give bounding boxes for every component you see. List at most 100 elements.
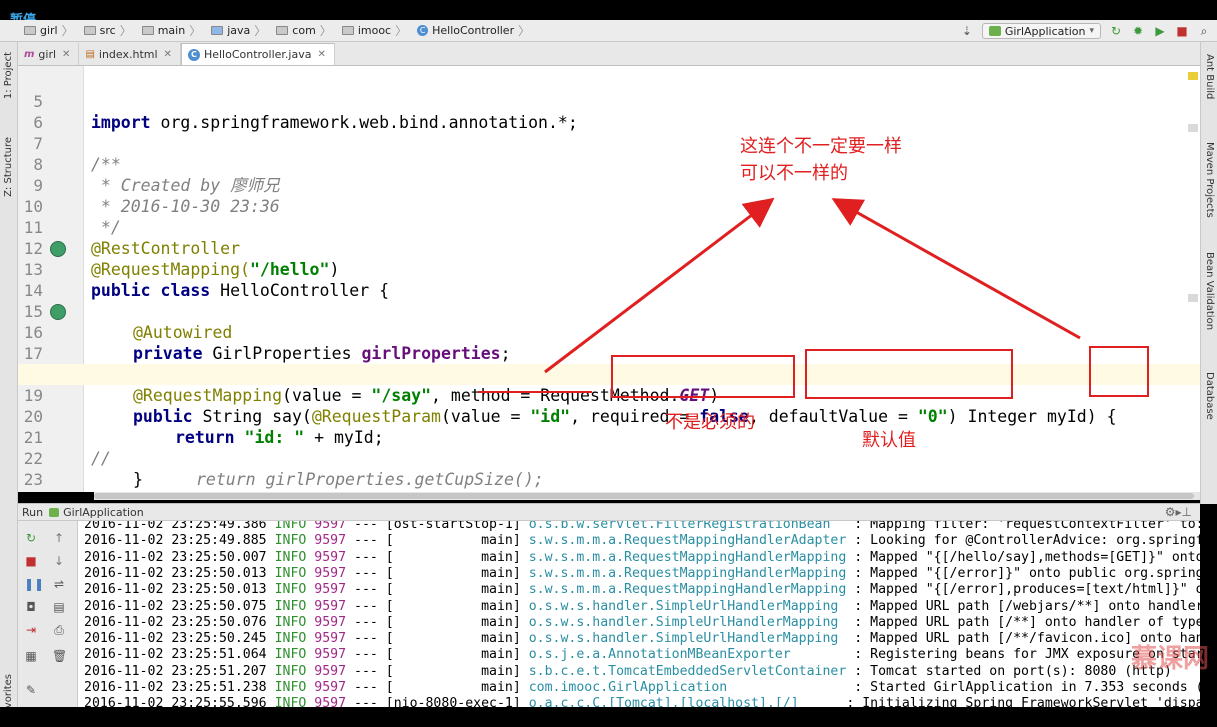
breadcrumb-girl[interactable]: girl 〉 (0, 20, 78, 42)
log-msg: : Mapped "{[/error],produces=[text/html]… (854, 582, 1200, 598)
log-msg: : Mapped "{[/hello/say],methods=[GET]}" … (854, 549, 1200, 565)
code-line-13: 13 public class HelloController { (18, 238, 1200, 300)
close-icon[interactable]: ✕ (62, 49, 70, 60)
tab-label: girl (38, 47, 57, 61)
folder-icon (83, 26, 96, 35)
tab-hellocontroller[interactable]: C HelloController.java ✕ (180, 43, 335, 65)
console-output[interactable]: 2016-11-02 23:25:49.386 INFO 9597 --- [o… (78, 521, 1200, 707)
chevron-right-icon: 〉 (395, 24, 408, 38)
breadcrumb-java[interactable]: java 〉 (205, 20, 270, 42)
log-level: INFO (274, 663, 307, 679)
log-logger: com.imooc.GirlApplication (528, 680, 847, 695)
warning-marker[interactable] (1188, 72, 1198, 80)
breadcrumb-label: girl (40, 24, 58, 37)
chevron-down-icon: ▾ (1089, 26, 1094, 36)
soft-wrap-icon[interactable]: ⇌ (52, 577, 66, 591)
pin-icon[interactable]: ✎ (24, 683, 38, 697)
breadcrumb-com[interactable]: com 〉 (270, 20, 336, 42)
print-icon[interactable]: ⎙ (52, 623, 66, 637)
ant-build-tool-tab[interactable]: Ant Build (1204, 54, 1215, 99)
search-icon[interactable]: ⌕ (1197, 24, 1211, 38)
log-pid: 9597 (314, 614, 347, 630)
log-level: INFO (274, 521, 307, 532)
log-thread: [ main] (385, 565, 521, 581)
console-line: 2016-11-02 23:25:49.885 INFO 9597 --- [ … (84, 533, 1200, 549)
pause-icon[interactable]: ❚❚ (24, 577, 44, 591)
code-line-21: 21 // return girlProperties.getCupSize()… (18, 406, 1200, 489)
scrollbar-thumb[interactable] (94, 493, 1194, 499)
breadcrumb-src[interactable]: src 〉 (78, 20, 136, 42)
code-line-20: 20 return "id: " + myId; (18, 385, 1200, 447)
log-thread: [ main] (385, 663, 521, 679)
scroll-marker[interactable] (1188, 124, 1198, 132)
gear-icon[interactable]: ⚙▸⊥ (1165, 505, 1192, 519)
log-sep: --- (354, 614, 378, 630)
run-panel-app[interactable]: GirlApplication (63, 506, 144, 519)
exit-icon[interactable]: ⇥ (24, 623, 38, 637)
log-logger: s.b.c.e.t.TomcatEmbeddedServletContainer (528, 663, 847, 679)
log-logger: o.s.w.s.handler.SimpleUrlHandlerMapping (528, 614, 847, 630)
code-editor[interactable]: 5 import org.springframework.web.bind.an… (18, 66, 1200, 492)
chevron-right-icon: 〉 (518, 24, 531, 38)
log-pid: 9597 (314, 696, 347, 707)
scroll-marker[interactable] (1188, 294, 1198, 302)
bean-validation-tool-tab[interactable]: Bean Validation (1204, 252, 1215, 330)
code-line-23: 23 } (18, 448, 1200, 492)
rerun-icon[interactable]: ↻ (24, 531, 38, 545)
log-ts: 2016-11-02 23:25:51.207 (84, 663, 267, 679)
close-icon[interactable]: ✕ (164, 49, 172, 60)
code-line-19: 19 public String say(@RequestParam(value… (18, 364, 1200, 426)
down-arrow-icon[interactable]: ↓ (52, 554, 66, 568)
log-pid: 9597 (314, 631, 347, 647)
tab-girl[interactable]: m girl ✕ (18, 43, 80, 65)
code-line-6: 6 (18, 91, 1200, 132)
log-logger: o.s.b.w.servlet.FilterRegistrationBean (528, 521, 847, 532)
close-icon[interactable]: ✕ (317, 49, 325, 60)
stop-icon[interactable]: ■ (1175, 24, 1189, 38)
console-line: 2016-11-02 23:25:51.207 INFO 9597 --- [ … (84, 664, 1172, 680)
build-icon[interactable]: ⇣ (960, 24, 974, 38)
breadcrumb-label: com (292, 24, 316, 37)
code-line-18: 18 @RequestMapping(value = "/say", metho… (18, 343, 1200, 405)
breadcrumb-hellocontroller[interactable]: C HelloController 〉 (411, 20, 534, 42)
log-thread: [ main] (385, 631, 521, 647)
structure-tool-tab[interactable]: Z: Structure (3, 137, 14, 197)
maven-projects-tool-tab[interactable]: Maven Projects (1204, 142, 1215, 218)
debug-icon[interactable]: ✹ (1131, 24, 1145, 38)
camera-icon[interactable]: ◘ (24, 600, 38, 614)
code-line-5: 5 import org.springframework.web.bind.an… (18, 70, 1200, 132)
database-tool-tab[interactable]: Database (1204, 372, 1215, 420)
chevron-right-icon: 〉 (319, 24, 332, 38)
code-line-16: 16 private GirlProperties girlProperties… (18, 301, 1200, 363)
run-panel-header: Run GirlApplication ⚙▸⊥ (18, 503, 1200, 521)
trash-icon[interactable]: 🗑 (52, 649, 67, 663)
toolbar-right: ⇣ GirlApplication ▾ ↻ ✹ ▶ ■ ⌕ (960, 20, 1217, 42)
layout-icon[interactable]: ▦ (24, 649, 38, 663)
scroll-to-end-icon[interactable]: ▤ (52, 600, 66, 614)
log-ts: 2016-11-02 23:25:50.245 (84, 631, 267, 647)
breadcrumb-main[interactable]: main 〉 (136, 20, 206, 42)
chevron-right-icon: 〉 (254, 24, 267, 38)
left-tool-strip: 1: Project Z: Structure Favorites (0, 42, 18, 727)
log-ts: 2016-11-02 23:25:50.075 (84, 598, 267, 614)
log-msg: : Initializing Spring FrameworkServlet '… (846, 696, 1200, 707)
class-icon: C (187, 48, 200, 61)
code-line-7: 7 /** (18, 112, 1200, 174)
coverage-icon[interactable]: ▶ (1153, 24, 1167, 38)
breadcrumb-label: main (157, 24, 186, 37)
run-config-select[interactable]: GirlApplication ▾ (981, 23, 1101, 39)
code-line-15: 15 @Autowired (18, 280, 1200, 342)
log-sep: --- (354, 521, 378, 532)
tab-index-html[interactable]: ▤ index.html ✕ (79, 43, 181, 65)
folder-icon (24, 26, 36, 35)
package-icon (276, 26, 289, 35)
breadcrumb-imooc[interactable]: imooc 〉 (336, 20, 411, 42)
stop-icon[interactable]: ■ (24, 554, 38, 568)
rerun-icon[interactable]: ↻ (1109, 24, 1123, 38)
up-arrow-icon[interactable]: ↑ (52, 531, 66, 545)
log-thread: [ main] (385, 582, 521, 598)
log-thread: [ost-startStop-1] (385, 521, 521, 532)
project-tool-tab[interactable]: 1: Project (3, 52, 14, 99)
editor-horizontal-scrollbar[interactable] (94, 492, 1200, 500)
console-line: 2016-11-02 23:25:50.007 INFO 9597 --- [ … (84, 550, 1200, 566)
